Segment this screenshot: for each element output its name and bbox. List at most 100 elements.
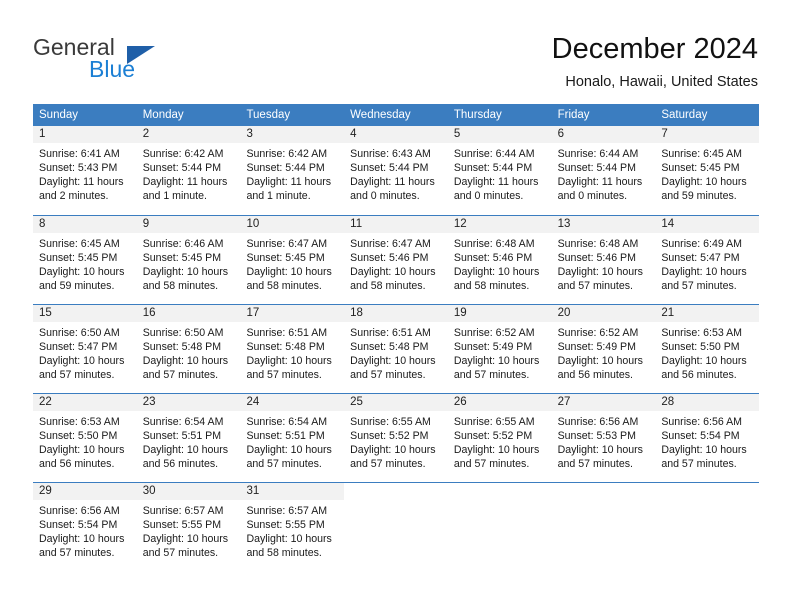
daylight-text-line1: Daylight: 10 hours bbox=[39, 266, 125, 278]
calendar-day-cell[interactable]: 21 Sunrise: 6:53 AM Sunset: 5:50 PM Dayligh… bbox=[655, 305, 760, 393]
sunrise-text: Sunrise: 6:57 AM bbox=[246, 505, 328, 517]
generalblue-logo[interactable]: General Blue bbox=[33, 34, 213, 84]
day-number bbox=[448, 483, 552, 500]
daylight-text-line2: and 56 minutes. bbox=[557, 369, 633, 381]
daylight-text-line2: and 57 minutes. bbox=[142, 369, 219, 381]
sunset-text: Sunset: 5:46 PM bbox=[557, 252, 636, 264]
calendar-day-cell[interactable]: 6 Sunrise: 6:44 AM Sunset: 5:44 PM Daylight… bbox=[551, 126, 656, 215]
calendar-day-cell[interactable]: 2 Sunrise: 6:42 AM Sunset: 5:44 PM Daylight… bbox=[136, 126, 241, 215]
daylight-text-line2: and 0 minutes. bbox=[350, 190, 420, 202]
weekday-header-sunday: Sunday bbox=[39, 109, 79, 121]
calendar-day-cell[interactable]: 18 Sunrise: 6:51 AM Sunset: 5:48 PM Dayligh… bbox=[344, 305, 448, 393]
calendar-day-cell[interactable]: 23 Sunrise: 6:54 AM Sunset: 5:51 PM Dayligh… bbox=[136, 394, 241, 482]
day-number: 9 bbox=[136, 216, 241, 233]
daylight-text-line2: and 57 minutes. bbox=[557, 280, 633, 292]
day-number: 17 bbox=[240, 305, 345, 322]
page-subtitle: Honalo, Hawaii, United States bbox=[565, 74, 758, 90]
sunset-text: Sunset: 5:52 PM bbox=[350, 430, 429, 442]
calendar-day-cell[interactable]: 24 Sunrise: 6:54 AM Sunset: 5:51 PM Dayligh… bbox=[240, 394, 345, 482]
sunrise-text: Sunrise: 6:44 AM bbox=[557, 148, 639, 160]
day-details: Sunrise: 6:41 AM Sunset: 5:43 PM Daylight:… bbox=[33, 143, 137, 203]
day-details: Sunrise: 6:46 AM Sunset: 5:45 PM Daylight:… bbox=[137, 233, 241, 293]
day-details: Sunrise: 6:51 AM Sunset: 5:48 PM Daylight:… bbox=[240, 322, 344, 382]
daylight-text-line1: Daylight: 10 hours bbox=[557, 266, 643, 278]
calendar-day-cell-empty bbox=[448, 483, 552, 571]
day-details: Sunrise: 6:47 AM Sunset: 5:46 PM Daylight:… bbox=[344, 233, 448, 293]
calendar-day-cell[interactable]: 8 Sunrise: 6:45 AM Sunset: 5:45 PM Daylight… bbox=[33, 216, 137, 304]
daylight-text-line1: Daylight: 11 hours bbox=[453, 176, 539, 188]
weekday-header-wednesday: Wednesday bbox=[350, 109, 411, 121]
calendar-day-cell[interactable]: 30 Sunrise: 6:57 AM Sunset: 5:55 PM Dayligh… bbox=[136, 483, 241, 571]
daylight-text-line1: Daylight: 11 hours bbox=[246, 176, 332, 188]
calendar-day-cell[interactable]: 20 Sunrise: 6:52 AM Sunset: 5:49 PM Dayligh… bbox=[551, 305, 656, 393]
day-details: Sunrise: 6:42 AM Sunset: 5:44 PM Daylight:… bbox=[137, 143, 241, 203]
calendar-day-cell[interactable]: 9 Sunrise: 6:46 AM Sunset: 5:45 PM Daylight… bbox=[136, 216, 241, 304]
calendar-day-cell[interactable]: 7 Sunrise: 6:45 AM Sunset: 5:45 PM Daylight… bbox=[655, 126, 760, 215]
calendar-day-cell[interactable]: 1 Sunrise: 6:41 AM Sunset: 5:43 PM Daylight… bbox=[33, 126, 137, 215]
calendar-day-cell[interactable]: 3 Sunrise: 6:42 AM Sunset: 5:44 PM Daylight… bbox=[240, 126, 345, 215]
sunset-text: Sunset: 5:51 PM bbox=[246, 430, 325, 442]
sunrise-text: Sunrise: 6:55 AM bbox=[350, 416, 431, 428]
daylight-text-line1: Daylight: 11 hours bbox=[350, 176, 435, 188]
day-number: 27 bbox=[551, 394, 656, 411]
calendar-day-cell[interactable]: 19 Sunrise: 6:52 AM Sunset: 5:49 PM Dayligh… bbox=[447, 305, 552, 393]
weekday-header-monday: Monday bbox=[142, 109, 184, 121]
calendar-day-cell[interactable]: 15 Sunrise: 6:50 AM Sunset: 5:47 PM Dayligh… bbox=[33, 305, 137, 393]
calendar-day-cell[interactable]: 28 Sunrise: 6:56 AM Sunset: 5:54 PM Dayligh… bbox=[655, 394, 760, 482]
sunrise-text: Sunrise: 6:43 AM bbox=[350, 148, 431, 160]
calendar-day-cell-empty bbox=[344, 483, 448, 571]
day-number: 22 bbox=[33, 394, 137, 411]
calendar-day-cell[interactable]: 22 Sunrise: 6:53 AM Sunset: 5:50 PM Dayligh… bbox=[33, 394, 137, 482]
page-header: General Blue December 2024 Honalo, Hawai… bbox=[0, 0, 792, 100]
calendar-day-cell[interactable]: 25 Sunrise: 6:55 AM Sunset: 5:52 PM Dayligh… bbox=[344, 394, 448, 482]
calendar-day-cell[interactable]: 27 Sunrise: 6:56 AM Sunset: 5:53 PM Dayligh… bbox=[551, 394, 656, 482]
daylight-text-line1: Daylight: 10 hours bbox=[246, 444, 332, 456]
calendar-day-cell[interactable]: 31 Sunrise: 6:57 AM Sunset: 5:55 PM Dayligh… bbox=[240, 483, 345, 571]
daylight-text-line1: Daylight: 10 hours bbox=[661, 444, 747, 456]
calendar-day-cell[interactable]: 10 Sunrise: 6:47 AM Sunset: 5:45 PM Dayligh… bbox=[240, 216, 345, 304]
day-number: 11 bbox=[344, 216, 448, 233]
day-number: 13 bbox=[551, 216, 656, 233]
day-details: Sunrise: 6:57 AM Sunset: 5:55 PM Daylight:… bbox=[240, 500, 344, 560]
weekday-header-row: Sunday Monday Tuesday Wednesday Thursday… bbox=[33, 104, 759, 126]
calendar-week-row: 8 Sunrise: 6:45 AM Sunset: 5:45 PM Daylight… bbox=[33, 215, 760, 304]
calendar-day-cell[interactable]: 16 Sunrise: 6:50 AM Sunset: 5:48 PM Dayligh… bbox=[136, 305, 241, 393]
day-details: Sunrise: 6:56 AM Sunset: 5:53 PM Daylight:… bbox=[552, 411, 656, 471]
day-details: Sunrise: 6:57 AM Sunset: 5:55 PM Daylight:… bbox=[137, 500, 241, 560]
daylight-text-line2: and 59 minutes. bbox=[661, 190, 737, 202]
sunrise-text: Sunrise: 6:52 AM bbox=[557, 327, 639, 339]
calendar-day-cell[interactable]: 5 Sunrise: 6:44 AM Sunset: 5:44 PM Daylight… bbox=[447, 126, 552, 215]
calendar-day-cell[interactable]: 11 Sunrise: 6:47 AM Sunset: 5:46 PM Dayligh… bbox=[344, 216, 448, 304]
daylight-text-line2: and 57 minutes. bbox=[661, 280, 737, 292]
day-number: 10 bbox=[240, 216, 345, 233]
weekday-header-saturday: Saturday bbox=[661, 109, 708, 121]
day-number: 4 bbox=[344, 126, 448, 143]
sunrise-text: Sunrise: 6:51 AM bbox=[246, 327, 328, 339]
daylight-text-line2: and 57 minutes. bbox=[142, 547, 219, 559]
day-number: 16 bbox=[136, 305, 241, 322]
daylight-text-line2: and 58 minutes. bbox=[453, 280, 530, 292]
day-number: 30 bbox=[136, 483, 241, 500]
calendar-day-cell[interactable]: 29 Sunrise: 6:56 AM Sunset: 5:54 PM Dayligh… bbox=[33, 483, 137, 571]
day-number: 3 bbox=[240, 126, 345, 143]
daylight-text-line2: and 1 minute. bbox=[142, 190, 207, 202]
daylight-text-line2: and 57 minutes. bbox=[453, 369, 530, 381]
sunrise-text: Sunrise: 6:51 AM bbox=[350, 327, 431, 339]
day-details: Sunrise: 6:48 AM Sunset: 5:46 PM Daylight:… bbox=[552, 233, 656, 293]
calendar-day-cell[interactable]: 17 Sunrise: 6:51 AM Sunset: 5:48 PM Dayligh… bbox=[240, 305, 345, 393]
calendar-day-cell[interactable]: 12 Sunrise: 6:48 AM Sunset: 5:46 PM Dayligh… bbox=[447, 216, 552, 304]
calendar-day-cell[interactable]: 14 Sunrise: 6:49 AM Sunset: 5:47 PM Dayligh… bbox=[655, 216, 760, 304]
day-number: 7 bbox=[655, 126, 760, 143]
day-number: 1 bbox=[33, 126, 137, 143]
calendar-day-cell[interactable]: 4 Sunrise: 6:43 AM Sunset: 5:44 PM Daylight… bbox=[344, 126, 448, 215]
daylight-text-line1: Daylight: 10 hours bbox=[142, 355, 229, 367]
sunset-text: Sunset: 5:47 PM bbox=[661, 252, 740, 264]
calendar-day-cell[interactable]: 26 Sunrise: 6:55 AM Sunset: 5:52 PM Dayligh… bbox=[447, 394, 552, 482]
daylight-text-line2: and 58 minutes. bbox=[246, 280, 322, 292]
calendar-day-cell[interactable]: 13 Sunrise: 6:48 AM Sunset: 5:46 PM Dayligh… bbox=[551, 216, 656, 304]
sunset-text: Sunset: 5:50 PM bbox=[39, 430, 118, 442]
daylight-text-line1: Daylight: 10 hours bbox=[246, 266, 332, 278]
sunset-text: Sunset: 5:44 PM bbox=[246, 162, 325, 174]
day-number: 24 bbox=[240, 394, 345, 411]
daylight-text-line2: and 57 minutes. bbox=[557, 458, 633, 470]
